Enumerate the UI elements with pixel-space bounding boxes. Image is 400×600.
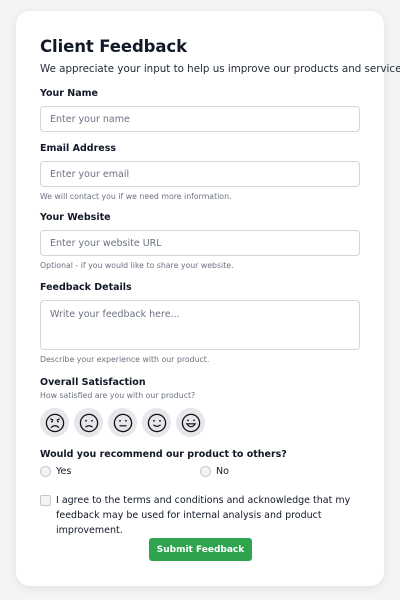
name-field-group: Your Name (40, 88, 360, 132)
name-label: Your Name (40, 88, 98, 99)
very-dissatisfied-icon[interactable] (40, 408, 69, 437)
feedback-form-card: Client Feedback We appreciate your input… (16, 11, 400, 586)
satisfied-icon[interactable] (142, 408, 171, 437)
website-label: Your Website (40, 212, 111, 223)
agreement-row: I agree to the terms and conditions and … (40, 493, 356, 538)
form-title: Client Feedback (40, 37, 187, 56)
recommend-no-option[interactable]: No (200, 466, 229, 477)
satisfaction-rating (40, 408, 205, 437)
website-help-text: Optional - if you would like to share yo… (40, 261, 234, 270)
satisfaction-group: Overall Satisfaction How satisfied are y… (40, 377, 205, 437)
neutral-icon[interactable] (108, 408, 137, 437)
satisfaction-help-text: How satisfied are you with our product? (40, 391, 196, 400)
recommend-no-label: No (216, 466, 229, 477)
recommend-group: Would you recommend our product to other… (40, 449, 287, 461)
dissatisfied-icon[interactable] (74, 408, 103, 437)
email-help-text: We will contact you if we need more info… (40, 192, 232, 201)
agreement-checkbox[interactable] (40, 495, 51, 506)
email-input[interactable] (40, 161, 360, 187)
submit-feedback-button[interactable]: Submit Feedback (149, 538, 252, 561)
satisfaction-label: Overall Satisfaction (40, 377, 146, 388)
agreement-text: I agree to the terms and conditions and … (56, 495, 351, 536)
recommend-yes-label: Yes (56, 466, 72, 477)
very-satisfied-icon[interactable] (176, 408, 205, 437)
email-label: Email Address (40, 143, 117, 154)
recommend-yes-option[interactable]: Yes (40, 466, 71, 477)
feedback-field-group: Feedback Details Describe your experienc… (40, 282, 360, 365)
form-subtitle: We appreciate your input to help us impr… (40, 63, 400, 75)
recommend-no-radio[interactable] (200, 466, 211, 477)
website-field-group: Your Website Optional - if you would lik… (40, 212, 360, 271)
website-input[interactable] (40, 230, 360, 256)
name-input[interactable] (40, 106, 360, 132)
email-field-group: Email Address We will contact you if we … (40, 143, 360, 202)
feedback-textarea[interactable] (40, 300, 360, 350)
feedback-label: Feedback Details (40, 282, 132, 293)
feedback-help-text: Describe your experience with our produc… (40, 355, 210, 364)
recommend-yes-radio[interactable] (40, 466, 51, 477)
recommend-label: Would you recommend our product to other… (40, 449, 287, 460)
